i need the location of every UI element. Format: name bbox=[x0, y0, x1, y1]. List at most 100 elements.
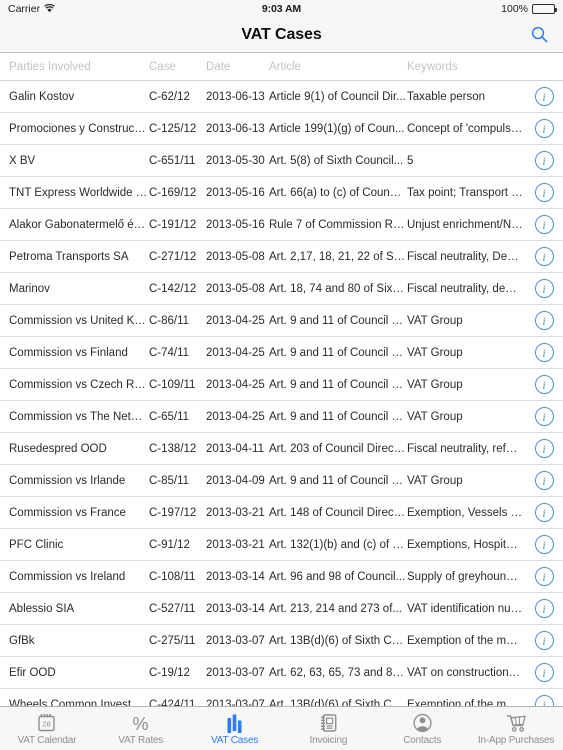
info-icon[interactable]: i bbox=[534, 119, 554, 138]
info-icon[interactable]: i bbox=[534, 375, 554, 394]
cell-date: 2013-03-14 bbox=[206, 602, 265, 615]
battery-icon bbox=[532, 3, 557, 14]
cell-keywords: VAT Group bbox=[407, 378, 463, 391]
info-icon[interactable]: i bbox=[534, 439, 554, 458]
info-icon[interactable]: i bbox=[534, 535, 554, 554]
table-row[interactable]: Commission vs United Kingd...C-86/11 2013… bbox=[0, 305, 563, 337]
cell-article: Art. 62, 63, 65, 73 and 80... bbox=[269, 666, 407, 679]
tab-in-app-purchases[interactable]: In-App Purchases bbox=[469, 707, 563, 750]
row-info-cell: i bbox=[525, 695, 563, 706]
cell-article: Art. 2,17, 18, 21, 22 of Six... bbox=[269, 250, 407, 263]
cell-article: Article 9(1) of Council Dir... bbox=[269, 90, 406, 103]
tab-bar: 28 VAT Calendar % VAT Rates VAT Cases In… bbox=[0, 706, 563, 750]
table-row[interactable]: Commission vs Finland C-74/11 2013-04-25 Ar… bbox=[0, 337, 563, 369]
cell-article: Art. 213, 214 and 273 of... bbox=[269, 602, 402, 615]
table-row[interactable]: Promociones y Construccion...C-125/12 201… bbox=[0, 113, 563, 145]
info-icon[interactable]: i bbox=[534, 311, 554, 330]
info-icon[interactable]: i bbox=[534, 87, 554, 106]
row-info-cell: i bbox=[525, 87, 563, 106]
info-icon[interactable]: i bbox=[534, 695, 554, 706]
row-info-cell: i bbox=[525, 151, 563, 170]
cell-parties: PFC Clinic bbox=[9, 538, 64, 551]
table-row[interactable]: Wheels Common Investment C-424/11 2013-03-… bbox=[0, 689, 563, 706]
info-icon[interactable]: i bbox=[534, 663, 554, 682]
info-icon[interactable]: i bbox=[534, 215, 554, 234]
table-row[interactable]: Efir OOD C-19/12 2013-03-07 Art. 62, 63, 65… bbox=[0, 657, 563, 689]
tab-vat-rates[interactable]: % VAT Rates bbox=[94, 707, 188, 750]
row-info-cell: i bbox=[525, 567, 563, 586]
cell-article: Article 199(1)(g) of Coun... bbox=[269, 122, 405, 135]
info-icon[interactable]: i bbox=[534, 183, 554, 202]
tab-contacts[interactable]: Contacts bbox=[375, 707, 469, 750]
tab-label: In-App Purchases bbox=[477, 734, 555, 746]
info-icon[interactable]: i bbox=[534, 599, 554, 618]
cell-date: 2013-05-16 bbox=[206, 186, 265, 199]
table-row[interactable]: PFC Clinic C-91/12 2013-03-21 Art. 132(1)(b… bbox=[0, 529, 563, 561]
info-icon[interactable]: i bbox=[534, 471, 554, 490]
cell-case: C-19/12 bbox=[149, 666, 190, 679]
cell-article: Art. 13B(d)(6) of Sixth Co... bbox=[269, 634, 407, 647]
cell-parties: Marinov bbox=[9, 282, 50, 295]
cell-case: C-191/12 bbox=[149, 218, 197, 231]
tab-label: VAT Cases bbox=[211, 734, 259, 746]
table-row[interactable]: X BV C-651/11 2013-05-30 Art. 5(8) of Sixth… bbox=[0, 145, 563, 177]
info-icon[interactable]: i bbox=[534, 343, 554, 362]
info-icon[interactable]: i bbox=[534, 631, 554, 650]
info-icon[interactable]: i bbox=[534, 407, 554, 426]
info-icon[interactable]: i bbox=[534, 279, 554, 298]
cell-case: C-142/12 bbox=[149, 282, 197, 295]
table-row[interactable]: Commission vs France C-197/12 2013-03-21 Ar… bbox=[0, 497, 563, 529]
cell-keywords: Fiscal neutrality, refund,... bbox=[407, 442, 525, 455]
row-info-cell: i bbox=[525, 215, 563, 234]
cell-date: 2013-04-09 bbox=[206, 474, 265, 487]
cell-case: C-91/12 bbox=[149, 538, 190, 551]
info-icon[interactable]: i bbox=[534, 503, 554, 522]
tab-invoicing[interactable]: Invoicing bbox=[281, 707, 375, 750]
table-row[interactable]: Commission vs The Netherla...C-65/11 2013… bbox=[0, 401, 563, 433]
info-icon[interactable]: i bbox=[534, 567, 554, 586]
row-info-cell: i bbox=[525, 407, 563, 426]
cell-keywords: Exemption of the manag... bbox=[407, 698, 525, 707]
table-row[interactable]: Petroma Transports SA C-271/12 2013-05-08 A… bbox=[0, 241, 563, 273]
table-row[interactable]: GfBk C-275/11 2013-03-07 Art. 13B(d)(6) of … bbox=[0, 625, 563, 657]
table-row[interactable]: Rusedespred OOD C-138/12 2013-04-11 Art. 20… bbox=[0, 433, 563, 465]
cell-case: C-169/12 bbox=[149, 186, 197, 199]
cell-case: C-271/12 bbox=[149, 250, 197, 263]
table-row[interactable]: Galin Kostov C-62/12 2013-06-13 Article 9(1… bbox=[0, 81, 563, 113]
table-row[interactable]: Ablessio SIA C-527/11 2013-03-14 Art. 213, … bbox=[0, 593, 563, 625]
cell-article: Art. 5(8) of Sixth Council... bbox=[269, 154, 404, 167]
cell-article: Art. 9 and 11 of Council D... bbox=[269, 346, 407, 359]
info-icon[interactable]: i bbox=[534, 247, 554, 266]
table-row[interactable]: Commission vs Czech RepublicC-109/11 2013… bbox=[0, 369, 563, 401]
table-row[interactable]: Alakor Gabonatermelő és For...C-191/12 20… bbox=[0, 209, 563, 241]
tab-label: VAT Rates bbox=[118, 734, 164, 746]
search-button[interactable] bbox=[527, 23, 551, 47]
cell-date: 2013-03-07 bbox=[206, 698, 265, 707]
cell-date: 2013-04-25 bbox=[206, 314, 265, 327]
column-header-keywords: Keywords bbox=[407, 60, 458, 73]
row-info-cell: i bbox=[525, 279, 563, 298]
cell-article: Art. 66(a) to (c) of Council... bbox=[269, 186, 407, 199]
cell-parties: TNT Express Worldwide (Pola... bbox=[9, 186, 148, 199]
table-row[interactable]: Commission vs Irlande C-85/11 2013-04-09 Ar… bbox=[0, 465, 563, 497]
cell-date: 2013-04-11 bbox=[206, 442, 264, 455]
row-info-cell: i bbox=[525, 535, 563, 554]
cell-keywords: Supply of greyhounds a... bbox=[407, 570, 525, 583]
info-icon[interactable]: i bbox=[534, 151, 554, 170]
tab-vat-cases[interactable]: VAT Cases bbox=[188, 707, 282, 750]
tab-vat-calendar[interactable]: 28 VAT Calendar bbox=[0, 707, 94, 750]
person-icon bbox=[413, 712, 432, 733]
cell-date: 2013-04-25 bbox=[206, 346, 265, 359]
table-row[interactable]: Marinov C-142/12 2013-05-08 Art. 18, 74 and… bbox=[0, 273, 563, 305]
cell-article: Art. 203 of Council Directi... bbox=[269, 442, 407, 455]
column-header-date: Date bbox=[206, 60, 231, 73]
cases-table[interactable]: Galin Kostov C-62/12 2013-06-13 Article 9(1… bbox=[0, 81, 563, 706]
cell-parties: Commission vs United Kingd... bbox=[9, 314, 148, 327]
tab-label: Invoicing bbox=[309, 734, 348, 746]
cell-date: 2013-03-07 bbox=[206, 666, 265, 679]
table-row[interactable]: TNT Express Worldwide (Pola...C-169/12 20… bbox=[0, 177, 563, 209]
bar-chart-icon bbox=[225, 712, 244, 733]
cell-parties: Commission vs France bbox=[9, 506, 126, 519]
table-row[interactable]: Commission vs Ireland C-108/11 2013-03-14 A… bbox=[0, 561, 563, 593]
notebook-icon bbox=[319, 712, 338, 733]
